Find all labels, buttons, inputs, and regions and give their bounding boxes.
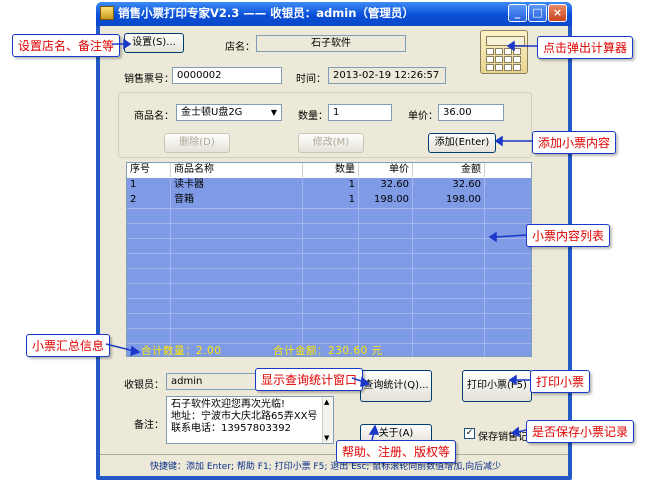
settings-button[interactable]: 设置(S)... <box>124 33 184 53</box>
remark-line: 石子软件欢迎您再次光临! <box>171 399 286 410</box>
qty-label: 数量： <box>298 111 328 122</box>
query-stats-button[interactable]: 查询统计(Q)... <box>360 370 432 402</box>
remark-textarea[interactable]: 石子软件欢迎您再次光临! 地址：宁波市大庆北路65弄XX号 联系电话：13957… <box>166 396 334 444</box>
product-name-label: 商品名： <box>134 111 174 122</box>
annotation-calculator: 点击弹出计算器 <box>537 36 634 59</box>
ticket-number-field[interactable]: 0000002 <box>172 67 282 84</box>
col-header-name[interactable]: 商品名称 <box>171 163 303 177</box>
col-header-qty[interactable]: 数量 <box>303 163 359 177</box>
annotation-save: 是否保存小票记录 <box>526 420 635 443</box>
col-header-amount[interactable]: 金额 <box>413 163 485 177</box>
annotation-print: 打印小票 <box>530 370 591 393</box>
status-bar: 快捷键：添加 Enter; 帮助 F1; 打印小票 F5; 退出 Esc; 鼠标… <box>100 454 568 476</box>
col-header-index[interactable]: 序号 <box>127 163 171 177</box>
add-button[interactable]: 添加(Enter) <box>428 133 496 153</box>
empty-row <box>127 208 531 224</box>
qty-field[interactable]: 1 <box>328 104 392 121</box>
summary-amount: 合计金额：230.60 元 <box>273 345 383 357</box>
price-label: 单价： <box>408 111 438 122</box>
empty-row <box>127 298 531 314</box>
cell-qty: 1 <box>303 193 359 207</box>
cell-name: 音箱 <box>171 193 303 207</box>
table-header: 序号 商品名称 数量 单价 金额 <box>127 163 531 179</box>
price-field[interactable]: 36.00 <box>438 104 504 121</box>
summary-qty: 合计数量：2.00 <box>141 345 222 357</box>
window-title: 销售小票打印专家V2.3 —— 收银员：admin（管理员） <box>118 6 414 20</box>
time-field: 2013-02-19 12:26:57 <box>328 67 446 84</box>
scroll-down-icon[interactable]: ▼ <box>324 434 329 442</box>
save-records-checkbox[interactable]: ✓ <box>464 428 475 439</box>
cell-name: 读卡器 <box>171 178 303 192</box>
empty-row <box>127 283 531 299</box>
cell-amount: 198.00 <box>413 193 485 207</box>
app-icon <box>100 6 114 20</box>
empty-row <box>127 313 531 329</box>
delete-button[interactable]: 删除(D) <box>164 133 230 153</box>
store-label: 店名： <box>225 42 255 53</box>
annotation-settings: 设置店名、备注等 <box>12 34 121 57</box>
annotation-add-content: 添加小票内容 <box>532 131 617 154</box>
col-header-price[interactable]: 单价 <box>359 163 413 177</box>
cell-price: 198.00 <box>359 193 413 207</box>
remark-label: 备注： <box>134 420 164 431</box>
empty-row <box>127 328 531 344</box>
empty-row <box>127 223 531 239</box>
annotation-list: 小票内容列表 <box>526 224 611 247</box>
chevron-down-icon[interactable]: ▼ <box>268 106 280 119</box>
annotation-query: 显示查询统计窗口 <box>255 368 364 391</box>
cell-amount: 32.60 <box>413 178 485 192</box>
empty-row <box>127 253 531 269</box>
cell-price: 32.60 <box>359 178 413 192</box>
remark-line: 地址：宁波市大庆北路65弄XX号 <box>171 411 318 422</box>
empty-row <box>127 268 531 284</box>
product-name-select[interactable]: 金士顿U盘2G <box>176 104 282 121</box>
modify-button[interactable]: 修改(M) <box>298 133 364 153</box>
remark-scrollbar[interactable]: ▲ ▼ <box>322 397 333 443</box>
ticket-label: 销售票号： <box>124 74 174 85</box>
store-name-field: 石子软件 <box>256 35 406 52</box>
ticket-items-table[interactable]: 序号 商品名称 数量 单价 金额 1 读卡器 1 32.60 32.60 2 音… <box>126 162 532 357</box>
col-header-empty <box>485 163 531 177</box>
cell-qty: 1 <box>303 178 359 192</box>
table-row[interactable]: 2 音箱 1 198.00 198.00 <box>127 193 531 209</box>
remark-line: 联系电话：13957803392 <box>171 423 291 434</box>
cashier-label: 收银员： <box>124 380 164 391</box>
print-ticket-button[interactable]: 打印小票(F5) <box>462 370 532 402</box>
calculator-icon[interactable] <box>480 30 528 74</box>
minimize-button[interactable]: _ <box>508 4 527 22</box>
time-label: 时间： <box>296 74 326 85</box>
cell-index: 2 <box>127 193 171 207</box>
table-row[interactable]: 1 读卡器 1 32.60 32.60 <box>127 178 531 194</box>
cashier-field: admin <box>166 373 262 390</box>
empty-row <box>127 238 531 254</box>
maximize-button[interactable]: □ <box>528 4 547 22</box>
annotation-summary: 小票汇总信息 <box>26 334 111 357</box>
cell-index: 1 <box>127 178 171 192</box>
annotation-help: 帮助、注册、版权等 <box>336 440 457 463</box>
scroll-up-icon[interactable]: ▲ <box>324 398 329 406</box>
close-button[interactable]: × <box>548 4 567 22</box>
